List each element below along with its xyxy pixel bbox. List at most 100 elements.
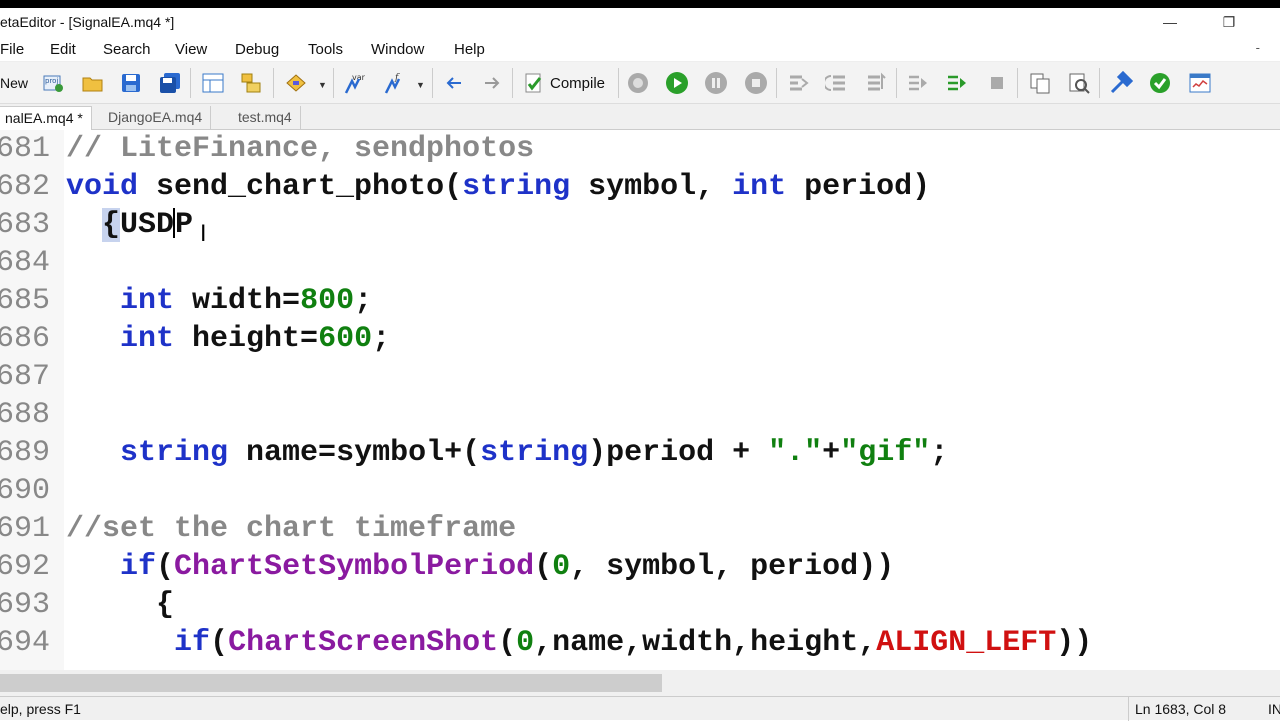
code-line[interactable]: 681 // LiteFinance, sendphotos [0, 130, 1280, 168]
code-token: height= [174, 322, 319, 356]
code-line[interactable]: 685 int width=800; [0, 282, 1280, 320]
restore-button[interactable]: ❐ [1214, 14, 1244, 31]
pause-icon[interactable] [703, 70, 729, 96]
forward-arrow-icon[interactable] [479, 70, 505, 96]
line-number: 683 [0, 208, 51, 242]
open-folder-icon[interactable] [80, 70, 106, 96]
line-number: 684 [0, 246, 51, 280]
code-line[interactable]: 689 string name=symbol+(string)period + … [0, 434, 1280, 472]
code-token: P [175, 208, 194, 242]
function-icon[interactable]: f [382, 70, 408, 96]
code-token: ; [354, 284, 373, 318]
code-token: int [120, 322, 175, 356]
compile-button[interactable]: Compile [518, 68, 614, 98]
line-number: 685 [0, 284, 51, 318]
stop-debug-icon[interactable] [984, 70, 1010, 96]
navigator-icon[interactable] [200, 70, 226, 96]
styler-icon[interactable] [283, 70, 309, 96]
line-number: 689 [0, 436, 51, 470]
code-token: "gif" [840, 436, 931, 470]
code-token: ,name,width,height, [534, 626, 877, 660]
menu-file[interactable]: File [0, 41, 24, 58]
step-over-icon[interactable] [824, 70, 850, 96]
file-tab-bar: nalEA.mq4 * DjangoEA.mq4 test.mq4 [0, 104, 1280, 130]
code-line[interactable]: 692 if(ChartSetSymbolPeriod(0, symbol, p… [0, 548, 1280, 586]
menu-help[interactable]: Help [454, 41, 485, 58]
code-line[interactable]: 687 [0, 358, 1280, 396]
menu-edit[interactable]: Edit [50, 41, 76, 58]
code-token: if [174, 626, 211, 660]
save-all-icon[interactable] [157, 70, 183, 96]
code-token: //set the chart timeframe [66, 512, 517, 546]
code-line[interactable]: 688 [0, 396, 1280, 434]
tab-signalea[interactable]: nalEA.mq4 * [0, 106, 92, 130]
horizontal-scrollbar[interactable] [0, 670, 1280, 696]
stop-icon[interactable] [743, 70, 769, 96]
scrollbar-thumb[interactable] [0, 674, 662, 692]
code-line[interactable]: 693 { [0, 586, 1280, 624]
code-token: ; [930, 436, 949, 470]
tab-djangoea[interactable]: DjangoEA.mq4 [100, 106, 212, 130]
check-icon[interactable] [1147, 70, 1173, 96]
copy-icon[interactable] [1027, 70, 1053, 96]
start-profiling-icon[interactable] [625, 70, 651, 96]
code-editor[interactable]: I 681// LiteFinance, sendphotos 682 void s… [0, 130, 1280, 670]
code-line[interactable]: 683 {USDP [0, 206, 1280, 244]
code-token: )) [1056, 626, 1093, 660]
back-arrow-icon[interactable] [441, 70, 467, 96]
tab-test[interactable]: test.mq4 [230, 106, 301, 130]
code-token: ( [534, 550, 553, 584]
step-into-icon[interactable] [785, 70, 811, 96]
code-token: USD [120, 208, 175, 242]
start-debug-icon[interactable] [664, 70, 690, 96]
code-token: { [102, 208, 121, 242]
menu-search[interactable]: Search [103, 41, 151, 58]
line-number: 682 [0, 170, 51, 204]
svg-text:proj: proj [45, 77, 58, 85]
code-token: 600 [318, 322, 373, 356]
variable-icon[interactable]: var [342, 70, 368, 96]
function-dropdown-icon[interactable]: ▼ [416, 80, 425, 90]
code-text: {USDP [66, 206, 193, 244]
settings-icon[interactable] [1108, 70, 1134, 96]
compile-icon [525, 73, 542, 93]
code-token: if [120, 550, 157, 584]
code-line[interactable]: 682 void send_chart_photo(string symbol, … [0, 168, 1280, 206]
code-token: period) [786, 170, 931, 204]
step-out-icon[interactable] [863, 70, 889, 96]
styler-dropdown-icon[interactable]: ▼ [318, 80, 327, 90]
menu-view[interactable]: View [175, 41, 207, 58]
code-line[interactable]: 691 //set the chart timeframe [0, 510, 1280, 548]
find-icon[interactable] [1066, 70, 1092, 96]
document-restore-button[interactable]: - [1256, 40, 1260, 55]
code-token: string [120, 436, 229, 470]
code-token: string [462, 170, 571, 204]
line-number: 687 [0, 360, 51, 394]
menu-tools[interactable]: Tools [308, 41, 343, 58]
new-project-icon[interactable]: proj [40, 70, 66, 96]
add-watch-icon[interactable] [905, 70, 931, 96]
code-line[interactable]: 690 [0, 472, 1280, 510]
new-button-label[interactable]: New [0, 75, 28, 91]
line-number: 686 [0, 322, 51, 356]
code-line[interactable]: 684 [0, 244, 1280, 282]
line-number: 690 [0, 474, 51, 508]
minimize-button[interactable]: — [1155, 14, 1185, 30]
terminal-icon[interactable] [1187, 70, 1213, 96]
menu-debug[interactable]: Debug [235, 41, 279, 58]
code-line[interactable]: 686 int height=600; [0, 320, 1280, 358]
toolbox-icon[interactable] [238, 70, 264, 96]
code-text: if(ChartSetSymbolPeriod(0, symbol, perio… [66, 548, 894, 586]
insert-mode: IN [1268, 701, 1280, 717]
code-text: void send_chart_photo(string symbol, int… [66, 168, 930, 206]
code-line[interactable]: 694 if(ChartScreenShot(0,name,width,heig… [0, 624, 1280, 662]
code-token: send_chart_photo( [138, 170, 463, 204]
save-icon[interactable] [118, 70, 144, 96]
continue-icon[interactable] [944, 70, 970, 96]
menu-window[interactable]: Window [371, 41, 424, 58]
